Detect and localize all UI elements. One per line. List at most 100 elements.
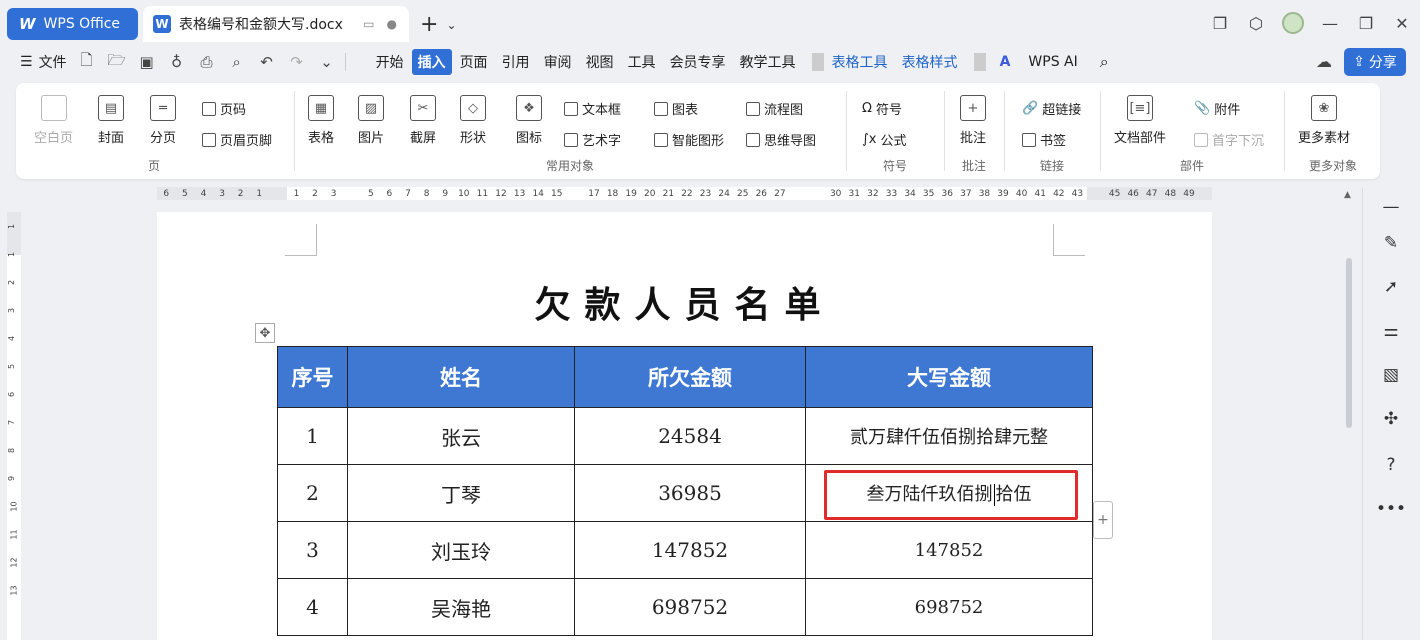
- tools-icon[interactable]: ✣: [1380, 408, 1402, 430]
- vertical-ruler[interactable]: 1 1 2 3 4 5 6 7 8 9 10 11 12 13: [7, 212, 21, 640]
- redo-icon[interactable]: ↷: [287, 53, 307, 71]
- picture-button[interactable]: ▨ 图片: [358, 95, 384, 146]
- cell-index[interactable]: 3: [277, 521, 348, 579]
- wordart-button[interactable]: 艺术字: [564, 130, 621, 149]
- drop-cap-button[interactable]: 首字下沉: [1194, 130, 1264, 149]
- tab-teaching[interactable]: 教学工具: [734, 49, 802, 75]
- share-icon: ⇪: [1353, 54, 1365, 70]
- debt-table[interactable]: 序号 姓名 所欠金额 大写金额 1 张云 24584 贰万肆仟伍佰捌拾肆元整 2…: [277, 346, 1093, 636]
- shape-button[interactable]: ◇ 形状: [460, 95, 486, 146]
- cell-amount-uppercase[interactable]: 698752: [805, 578, 1093, 636]
- cover-button[interactable]: ▤ 封面: [98, 95, 124, 146]
- tab-page[interactable]: 页面: [454, 49, 494, 75]
- cell-amount[interactable]: 36985: [574, 464, 806, 522]
- header-index[interactable]: 序号: [277, 346, 348, 408]
- screenshot-button[interactable]: ✂ 截屏: [410, 95, 436, 146]
- table-button[interactable]: ▦ 表格: [308, 95, 334, 146]
- page-break-button[interactable]: ═ 分页: [150, 95, 176, 146]
- open-folder-icon[interactable]: 🗁: [107, 50, 127, 75]
- tab-table-style[interactable]: 表格样式: [896, 49, 964, 75]
- format-painter-icon[interactable]: ♁: [167, 53, 187, 71]
- smart-graphic-button[interactable]: 智能图形: [654, 130, 724, 149]
- avatar[interactable]: [1282, 12, 1304, 34]
- tab-overview-icon[interactable]: ❐: [1202, 8, 1238, 38]
- undo-icon[interactable]: ↶: [257, 53, 277, 71]
- cell-amount-uppercase-editing[interactable]: 叁万陆仟玖佰捌 拾伍: [805, 464, 1093, 522]
- mindmap-button[interactable]: 思维导图: [746, 130, 816, 149]
- horizontal-ruler[interactable]: 6 5 4 3 2 1 1 2 3 5 6 7 8 9 10 11 12 13 14 15 17 18 19 20 21 22 23…: [157, 187, 1212, 200]
- close-icon[interactable]: ✕: [1384, 8, 1420, 38]
- save-icon[interactable]: ▣: [137, 53, 157, 71]
- tab-review[interactable]: 审阅: [538, 49, 578, 75]
- chart-button[interactable]: 图表: [654, 99, 698, 118]
- hyperlink-button[interactable]: 🔗 超链接: [1022, 99, 1081, 118]
- restore-icon[interactable]: ❐: [1348, 8, 1384, 38]
- page-number-button[interactable]: 页码: [202, 99, 246, 118]
- header-name[interactable]: 姓名: [347, 346, 575, 408]
- header-amount[interactable]: 所欠金额: [574, 346, 806, 408]
- cell-amount-uppercase[interactable]: 贰万肆仟伍佰捌拾肆元整: [805, 407, 1093, 465]
- wps-office-button[interactable]: W WPS Office: [7, 8, 138, 40]
- blank-page-button[interactable]: 空白页: [34, 95, 73, 146]
- attachment-button[interactable]: 📎 附件: [1194, 99, 1240, 118]
- cell-index[interactable]: 1: [277, 407, 348, 465]
- cell-amount[interactable]: 698752: [574, 578, 806, 636]
- file-menu[interactable]: ☰ 文件: [20, 52, 67, 72]
- document-title[interactable]: 欠款人员名单: [157, 276, 1212, 328]
- tab-home[interactable]: 开始: [370, 49, 410, 75]
- monitor-icon[interactable]: ▭: [363, 17, 374, 31]
- tab-view[interactable]: 视图: [580, 49, 620, 75]
- cell-amount[interactable]: 24584: [574, 407, 806, 465]
- more-icon[interactable]: •••: [1376, 498, 1406, 520]
- tab-member[interactable]: 会员专享: [664, 49, 732, 75]
- scroll-up-arrow-icon[interactable]: ▲: [1344, 190, 1351, 200]
- print-icon[interactable]: ⎙: [197, 53, 217, 71]
- document-tab[interactable]: W 表格编号和金额大写.docx ▭ ●: [143, 6, 409, 42]
- print-preview-icon[interactable]: ⌕: [227, 53, 247, 71]
- new-tab-button[interactable]: + ⌄: [420, 12, 457, 37]
- header-amount-uppercase[interactable]: 大写金额: [805, 346, 1093, 408]
- cube-icon[interactable]: ⬡: [1238, 8, 1274, 38]
- comment-button[interactable]: + 批注: [960, 95, 986, 146]
- cell-index[interactable]: 2: [277, 464, 348, 522]
- new-doc-icon[interactable]: 🗋: [77, 50, 97, 75]
- adjust-sliders-icon[interactable]: ⚌: [1380, 320, 1402, 342]
- tab-table-tools[interactable]: 表格工具: [826, 49, 894, 75]
- cell-name[interactable]: 吴海艳: [347, 578, 575, 636]
- pen-icon[interactable]: ✎: [1380, 232, 1402, 254]
- cloud-icon[interactable]: ☁: [1316, 52, 1332, 71]
- cell-amount-uppercase[interactable]: 147852: [805, 521, 1093, 579]
- cell-name[interactable]: 刘玉玲: [347, 521, 575, 579]
- unsaved-dot-icon[interactable]: ●: [387, 17, 397, 31]
- textbox-icon: [564, 101, 578, 116]
- share-button[interactable]: ⇪ 分享: [1344, 48, 1406, 76]
- search-icon[interactable]: ⌕: [1094, 49, 1115, 75]
- more-chevron-icon[interactable]: ⌄: [317, 53, 337, 71]
- tab-insert[interactable]: 插入: [411, 49, 452, 75]
- header-footer-button[interactable]: 页眉页脚: [202, 130, 272, 149]
- cursor-select-icon[interactable]: ➚: [1380, 276, 1402, 298]
- wps-ai-button[interactable]: A WPS AI: [988, 48, 1092, 76]
- scrollbar-thumb[interactable]: [1346, 258, 1352, 428]
- cell-amount[interactable]: 147852: [574, 521, 806, 579]
- cell-index[interactable]: 4: [277, 578, 348, 636]
- more-materials-button[interactable]: ❀ 更多素材: [1298, 95, 1350, 146]
- icon-button[interactable]: ❖ 图标: [516, 95, 542, 146]
- table-move-handle-icon[interactable]: ✥: [255, 323, 275, 343]
- collapse-icon[interactable]: —: [1380, 196, 1402, 218]
- tab-tools[interactable]: 工具: [622, 49, 662, 75]
- textbox-button[interactable]: 文本框: [564, 99, 621, 118]
- formula-button[interactable]: ∫x 公式: [862, 130, 906, 149]
- cell-name[interactable]: 张云: [347, 407, 575, 465]
- document-page[interactable]: 欠款人员名单 ✥ 序号 姓名 所欠金额 大写金额 1 张云 24584 贰万肆仟…: [157, 212, 1212, 640]
- minimize-icon[interactable]: —: [1312, 8, 1348, 38]
- image-ai-icon[interactable]: ▧: [1380, 364, 1402, 386]
- bookmark-button[interactable]: 书签: [1022, 130, 1066, 149]
- tab-references[interactable]: 引用: [496, 49, 536, 75]
- flowchart-button[interactable]: 流程图: [746, 99, 803, 118]
- cell-name[interactable]: 丁琴: [347, 464, 575, 522]
- add-column-button[interactable]: +: [1093, 501, 1113, 539]
- help-icon[interactable]: ?: [1380, 454, 1402, 476]
- doc-parts-button[interactable]: [≡] 文档部件: [1114, 95, 1166, 146]
- symbol-button[interactable]: Ω 符号: [862, 99, 902, 118]
